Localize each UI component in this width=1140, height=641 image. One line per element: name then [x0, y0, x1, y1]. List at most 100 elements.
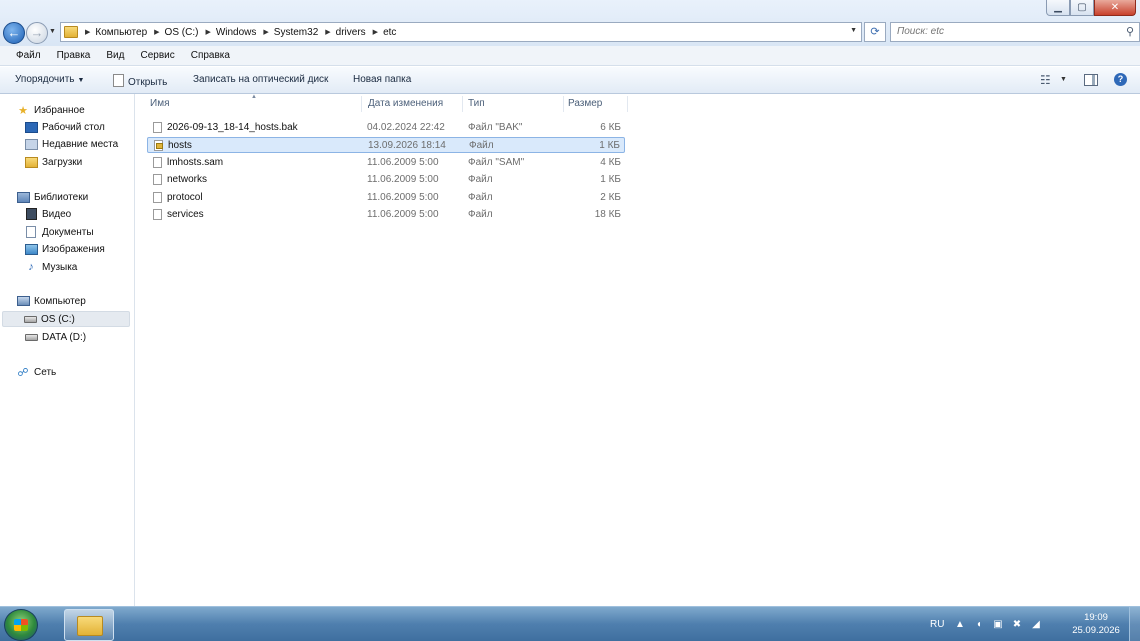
breadcrumb-system32[interactable]: System32 — [274, 27, 318, 38]
clock[interactable]: 19:09 25.09.2026 — [1068, 611, 1124, 637]
nav-item-recent-places[interactable]: Недавние места — [24, 136, 118, 152]
recent-pages-dropdown-icon[interactable]: ▼ — [49, 28, 56, 35]
preview-pane-icon[interactable] — [1084, 74, 1098, 86]
organize-button[interactable]: Упорядочить ▼ — [15, 74, 84, 85]
search-box[interactable]: ⚲ — [890, 22, 1140, 42]
file-size: 2 КБ — [600, 192, 621, 203]
file-row[interactable]: lmhosts.sam 11.06.2009 5:00 Файл "SAM" 4… — [147, 155, 625, 171]
nav-item-video[interactable]: Видео — [24, 206, 71, 222]
file-row-selected[interactable]: hosts 13.09.2026 18:14 Файл 1 КБ — [147, 137, 625, 153]
close-button[interactable]: ✕ — [1094, 0, 1136, 16]
nav-item-music[interactable]: ♪ Музыка — [24, 259, 77, 275]
file-row[interactable]: protocol 11.06.2009 5:00 Файл 2 КБ — [147, 190, 625, 206]
language-indicator[interactable]: RU — [930, 619, 944, 630]
search-input[interactable] — [891, 23, 1103, 39]
search-icon[interactable]: ⚲ — [1126, 25, 1134, 38]
nav-item-documents[interactable]: Документы — [24, 224, 94, 240]
file-date: 04.02.2024 22:42 — [367, 122, 445, 133]
file-row[interactable]: 2026-09-13_18-14_hosts.bak 04.02.2024 22… — [147, 120, 625, 136]
breadcrumb-computer[interactable]: Компьютер — [95, 27, 147, 38]
open-button[interactable]: Открыть — [113, 74, 167, 88]
network-tray-icon[interactable]: ✖ — [1011, 619, 1022, 630]
nav-item-label: OS (C:) — [41, 313, 75, 325]
pictures-icon — [24, 243, 38, 255]
nav-item-downloads[interactable]: Загрузки — [24, 154, 82, 170]
file-row[interactable]: services 11.06.2009 5:00 Файл 18 КБ — [147, 207, 625, 223]
locked-file-icon — [154, 140, 163, 151]
nav-network[interactable]: ☍ Сеть — [16, 364, 56, 380]
breadcrumb-windows[interactable]: Windows — [216, 27, 257, 38]
column-header-size[interactable]: Размер — [568, 98, 602, 112]
menu-tools[interactable]: Сервис — [132, 50, 182, 61]
menu-view[interactable]: Вид — [98, 50, 132, 61]
drive-c-icon-wrap — [23, 313, 37, 325]
column-divider[interactable] — [563, 96, 564, 112]
column-header-name[interactable]: Имя — [150, 98, 169, 112]
menu-edit[interactable]: Правка — [49, 50, 99, 61]
menu-file[interactable]: Файл — [8, 50, 49, 61]
breadcrumb-separator-icon[interactable]: ▶ — [325, 28, 330, 36]
nav-item-pictures[interactable]: Изображения — [24, 241, 105, 257]
start-button[interactable] — [4, 609, 38, 641]
breadcrumb-separator-icon[interactable]: ▶ — [205, 28, 210, 36]
breadcrumb-os-c[interactable]: OS (C:) — [165, 27, 199, 38]
pictures-icon-wrap — [24, 243, 38, 255]
burn-disc-button[interactable]: Записать на оптический диск — [193, 74, 328, 85]
menu-help[interactable]: Справка — [183, 50, 238, 61]
nav-item-data-d[interactable]: DATA (D:) — [24, 329, 86, 345]
drive-icon — [24, 333, 38, 341]
show-hidden-icons-icon[interactable]: ▲ — [954, 619, 965, 630]
file-name: 2026-09-13_18-14_hosts.bak — [167, 122, 298, 133]
taskbar-explorer-button[interactable] — [64, 609, 114, 641]
nav-libraries[interactable]: Библиотеки — [16, 189, 88, 205]
address-dropdown-icon[interactable]: ▼ — [850, 27, 857, 34]
file-name: services — [167, 209, 204, 220]
breadcrumb-drivers[interactable]: drivers — [336, 27, 366, 38]
nav-item-desktop[interactable]: Рабочий стол — [24, 119, 105, 135]
breadcrumb-etc[interactable]: etc — [383, 27, 396, 38]
signal-icon[interactable]: ◢ — [1030, 619, 1041, 630]
file-name: lmhosts.sam — [167, 157, 224, 168]
volume-icon[interactable]: ◖ — [973, 619, 984, 630]
file-date: 11.06.2009 5:00 — [367, 174, 439, 185]
file-icon — [153, 157, 162, 168]
file-size: 6 КБ — [600, 122, 621, 133]
file-row[interactable]: networks 11.06.2009 5:00 Файл 1 КБ — [147, 172, 625, 188]
documents-icon — [26, 226, 36, 238]
minimize-button[interactable]: ▁ — [1046, 0, 1070, 16]
downloads-icon — [24, 156, 38, 168]
nav-computer[interactable]: Компьютер — [16, 293, 86, 309]
file-icon — [153, 209, 162, 220]
address-bar[interactable]: ▶ Компьютер ▶ OS (C:) ▶ Windows ▶ System… — [60, 22, 862, 42]
column-divider[interactable] — [627, 96, 628, 112]
nav-item-label: Музыка — [42, 261, 78, 273]
breadcrumb-separator-icon[interactable]: ▶ — [85, 28, 90, 36]
show-desktop-button[interactable] — [1129, 607, 1140, 641]
nav-item-os-c[interactable]: OS (C:) — [2, 311, 130, 327]
back-button[interactable]: ← — [3, 22, 25, 44]
views-icon[interactable]: ☷ — [1040, 73, 1051, 87]
new-folder-button[interactable]: Новая папка — [353, 74, 411, 85]
maximize-button[interactable]: ▢ — [1070, 0, 1094, 16]
views-dropdown-icon[interactable]: ▼ — [1060, 76, 1067, 83]
breadcrumb-separator-icon[interactable]: ▶ — [373, 28, 378, 36]
nav-item-label: Недавние места — [42, 138, 119, 150]
device-icon[interactable]: ▣ — [992, 619, 1003, 630]
column-divider[interactable] — [361, 96, 362, 112]
breadcrumb-separator-icon[interactable]: ▶ — [263, 28, 268, 36]
nav-item-label: Изображения — [42, 243, 105, 255]
column-header-date[interactable]: Дата изменения — [368, 98, 443, 112]
explorer-folder-icon — [77, 616, 103, 636]
nav-favorites[interactable]: ★ Избранное — [16, 102, 85, 118]
refresh-icon[interactable]: ⟳ — [864, 22, 886, 42]
window-controls: ▁ ▢ ✕ — [1046, 0, 1136, 16]
column-header-type[interactable]: Тип — [468, 98, 485, 112]
documents-icon-wrap — [24, 226, 38, 238]
recent-places-icon-wrap — [24, 138, 38, 150]
forward-button[interactable]: → — [26, 22, 48, 44]
file-name: hosts — [168, 140, 192, 151]
help-icon[interactable]: ? — [1114, 73, 1127, 86]
breadcrumb-separator-icon[interactable]: ▶ — [154, 28, 159, 36]
column-divider[interactable] — [462, 96, 463, 112]
clock-time: 19:09 — [1084, 612, 1108, 623]
